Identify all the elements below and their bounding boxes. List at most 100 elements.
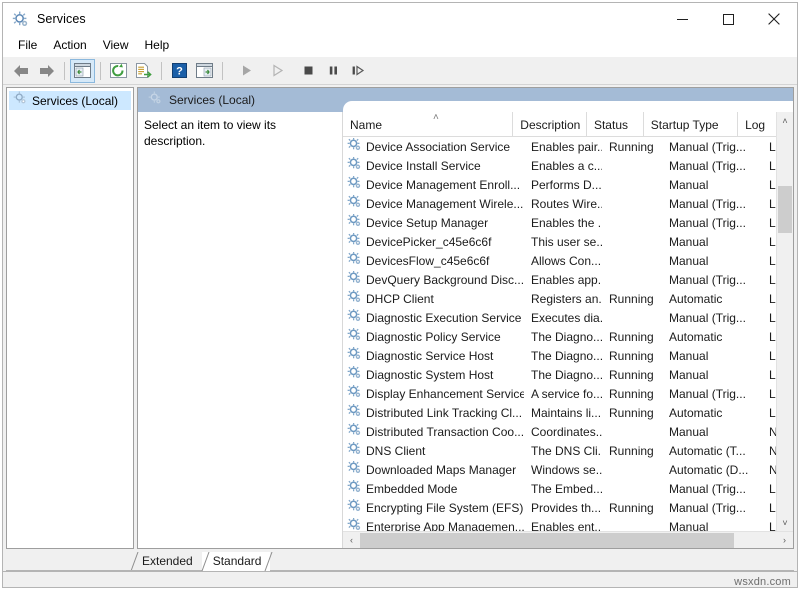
table-row[interactable]: DevicePicker_c45e6c6fThis user se...Manu… [343, 233, 776, 252]
service-logon-cell: Loc [762, 499, 776, 518]
service-name-cell: DevicePicker_c45e6c6f [343, 233, 524, 252]
title-bar: Services [3, 3, 797, 35]
export-list-button[interactable] [131, 59, 156, 83]
service-status-cell: Running [602, 328, 662, 347]
service-logon-cell: Net [762, 423, 776, 442]
scroll-up-button[interactable]: ˄ [777, 112, 793, 129]
horizontal-scroll-thumb[interactable] [360, 533, 734, 548]
table-row[interactable]: Distributed Transaction Coo...Coordinate… [343, 423, 776, 442]
service-gear-icon [347, 385, 362, 404]
tab-label: Standard [213, 554, 262, 568]
service-name-cell: Diagnostic System Host [343, 366, 524, 385]
table-row[interactable]: Diagnostic Service HostThe Diagno...Runn… [343, 347, 776, 366]
table-row[interactable]: Encrypting File System (EFS)Provides th.… [343, 499, 776, 518]
service-startup-cell: Automatic [662, 328, 762, 347]
resume-service-button[interactable] [346, 59, 371, 83]
services-gear-icon [148, 91, 162, 110]
show-action-pane-button[interactable] [192, 59, 217, 83]
horizontal-scroll-track[interactable] [360, 532, 776, 549]
service-startup-cell: Manual (Trig... [662, 309, 762, 328]
table-row[interactable]: Device Management Enroll...Performs D...… [343, 176, 776, 195]
service-desc-cell: The DNS Cli... [524, 442, 602, 461]
service-status-cell [602, 423, 662, 442]
toolbar-separator [161, 62, 162, 80]
menu-item-action[interactable]: Action [45, 36, 94, 56]
service-status-cell [602, 271, 662, 290]
menu-item-view[interactable]: View [95, 36, 137, 56]
service-name-label: Device Association Service [366, 138, 510, 157]
scroll-left-button[interactable]: ‹ [343, 532, 360, 549]
menu-item-help[interactable]: Help [137, 36, 178, 56]
service-name-cell: Device Association Service [343, 138, 524, 157]
table-row[interactable]: Diagnostic Execution ServiceExecutes dia… [343, 309, 776, 328]
menu-item-file[interactable]: File [10, 36, 45, 56]
vertical-scroll-track[interactable] [777, 129, 793, 514]
description-placeholder: Select an item to view its description. [144, 117, 334, 149]
service-status-cell [602, 309, 662, 328]
service-name-label: DevicesFlow_c45e6c6f [366, 252, 489, 271]
table-row[interactable]: Device Install ServiceEnables a c...Manu… [343, 157, 776, 176]
column-header-log-on-as[interactable]: Log [738, 112, 776, 137]
table-row[interactable]: DevQuery Background Disc...Enables app..… [343, 271, 776, 290]
table-row[interactable]: Diagnostic Policy ServiceThe Diagno...Ru… [343, 328, 776, 347]
table-row[interactable]: Downloaded Maps ManagerWindows se...Auto… [343, 461, 776, 480]
table-row[interactable]: DNS ClientThe DNS Cli...RunningAutomatic… [343, 442, 776, 461]
horizontal-scrollbar[interactable]: ‹ › [343, 531, 793, 548]
forward-button[interactable] [34, 59, 59, 83]
table-row[interactable]: Enterprise App Managemen...Enables ent..… [343, 518, 776, 531]
vertical-scrollbar[interactable]: ˄ ˅ [776, 112, 793, 531]
table-row[interactable]: DHCP ClientRegisters an...RunningAutomat… [343, 290, 776, 309]
maximize-button[interactable] [705, 3, 751, 35]
start-service-button[interactable] [234, 59, 259, 83]
service-name-label: Device Install Service [366, 157, 481, 176]
list-inner: Name ˄ Description Status Startup Type L… [343, 112, 793, 531]
service-logon-cell: Net [762, 461, 776, 480]
service-name-cell: Enterprise App Managemen... [343, 518, 524, 531]
service-gear-icon [347, 499, 362, 518]
service-status-cell [602, 480, 662, 499]
help-button[interactable]: ? [167, 59, 192, 83]
refresh-button[interactable] [106, 59, 131, 83]
tab-extended[interactable]: Extended [131, 552, 202, 571]
scroll-right-button[interactable]: › [776, 532, 793, 549]
pause-service-button[interactable] [321, 59, 346, 83]
service-name-label: DNS Client [366, 442, 425, 461]
service-desc-cell: The Embed... [524, 480, 602, 499]
tab-edge-left [130, 552, 139, 571]
table-row[interactable]: Display Enhancement ServiceA service fo.… [343, 385, 776, 404]
column-header-status[interactable]: Status [587, 112, 644, 137]
service-startup-cell: Manual [662, 423, 762, 442]
column-header-name[interactable]: Name ˄ [343, 112, 513, 137]
table-row[interactable]: Device Association ServiceEnables pair..… [343, 138, 776, 157]
table-row[interactable]: Device Management Wirele...Routes Wire..… [343, 195, 776, 214]
back-button[interactable] [9, 59, 34, 83]
results-pane: Services (Local) Select an item to view … [137, 87, 794, 549]
service-startup-cell: Automatic [662, 404, 762, 423]
scroll-down-button[interactable]: ˅ [777, 514, 793, 531]
table-row[interactable]: Distributed Link Tracking Cl...Maintains… [343, 404, 776, 423]
service-startup-cell: Manual [662, 233, 762, 252]
service-desc-cell: A service fo... [524, 385, 602, 404]
tab-standard[interactable]: Standard [202, 552, 271, 571]
restart-service-button[interactable] [265, 59, 290, 83]
vertical-scroll-thumb[interactable] [778, 186, 792, 233]
service-name-label: Diagnostic Policy Service [366, 328, 501, 347]
services-list-panel: Name ˄ Description Status Startup Type L… [342, 112, 793, 548]
service-gear-icon [347, 309, 362, 328]
table-row[interactable]: DevicesFlow_c45e6c6fAllows Con...ManualL… [343, 252, 776, 271]
close-button[interactable] [751, 3, 797, 35]
table-row[interactable]: Device Setup ManagerEnables the ...Manua… [343, 214, 776, 233]
tree-item-services-local[interactable]: Services (Local) [9, 91, 131, 110]
service-startup-cell: Manual (Trig... [662, 499, 762, 518]
table-row[interactable]: Diagnostic System HostThe Diagno...Runni… [343, 366, 776, 385]
console-tree-pane: Services (Local) [6, 87, 134, 549]
show-hide-console-tree-button[interactable] [70, 59, 95, 83]
table-row[interactable]: Embedded ModeThe Embed...Manual (Trig...… [343, 480, 776, 499]
service-logon-cell: Loc [762, 290, 776, 309]
service-logon-cell: Loc [762, 366, 776, 385]
minimize-button[interactable] [659, 3, 705, 35]
service-desc-cell: The Diagno... [524, 366, 602, 385]
stop-service-button[interactable] [296, 59, 321, 83]
column-header-startup-type[interactable]: Startup Type [644, 112, 738, 137]
column-header-description[interactable]: Description [513, 112, 587, 137]
